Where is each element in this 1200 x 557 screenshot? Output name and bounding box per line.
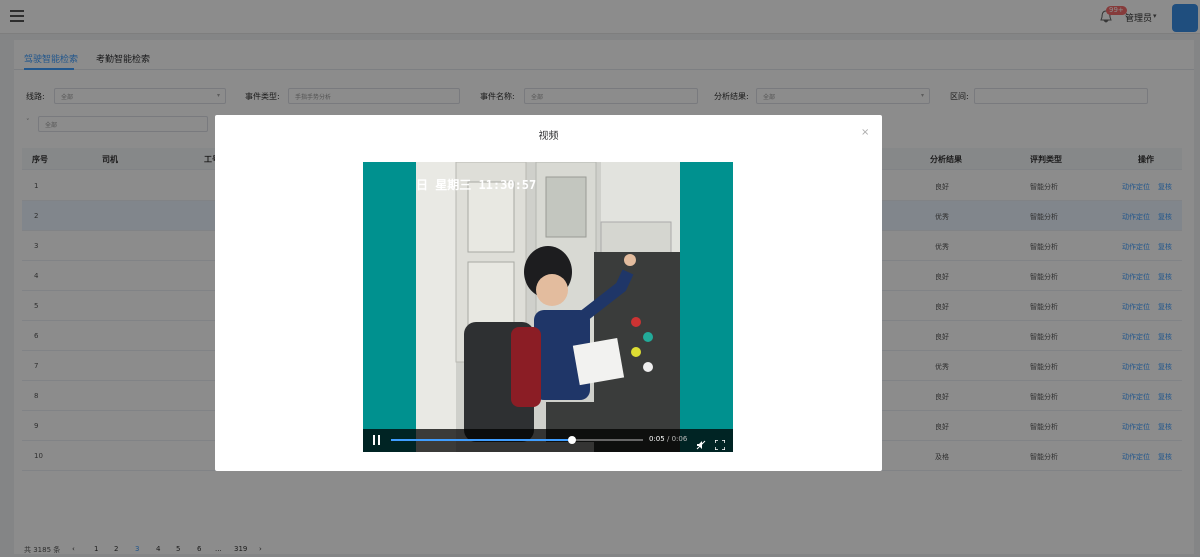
video-dialog: 视频 × 日 星期三 11:30:57 0:05 / 0:06 xyxy=(215,115,882,471)
pause-icon[interactable] xyxy=(373,435,381,445)
time-separator: / xyxy=(666,435,670,443)
video-player[interactable]: 日 星期三 11:30:57 0:05 / 0:06 xyxy=(363,162,733,452)
video-osd-timestamp: 日 星期三 11:30:57 xyxy=(416,178,537,192)
progress-fill xyxy=(391,439,572,441)
time-display: 0:05 / 0:06 xyxy=(649,435,687,443)
time-current: 0:05 xyxy=(649,435,665,443)
volume-mute-icon[interactable] xyxy=(696,435,706,450)
cab-scene-image xyxy=(416,162,680,452)
progress-bar[interactable] xyxy=(391,436,643,444)
fullscreen-icon[interactable] xyxy=(714,435,726,451)
time-duration: 0:06 xyxy=(671,435,688,443)
close-icon[interactable]: × xyxy=(861,127,869,138)
video-frame: 日 星期三 11:30:57 xyxy=(416,162,680,452)
video-controls: 0:05 / 0:06 xyxy=(363,429,733,452)
dialog-title: 视频 xyxy=(538,131,559,142)
progress-handle[interactable] xyxy=(568,436,576,444)
